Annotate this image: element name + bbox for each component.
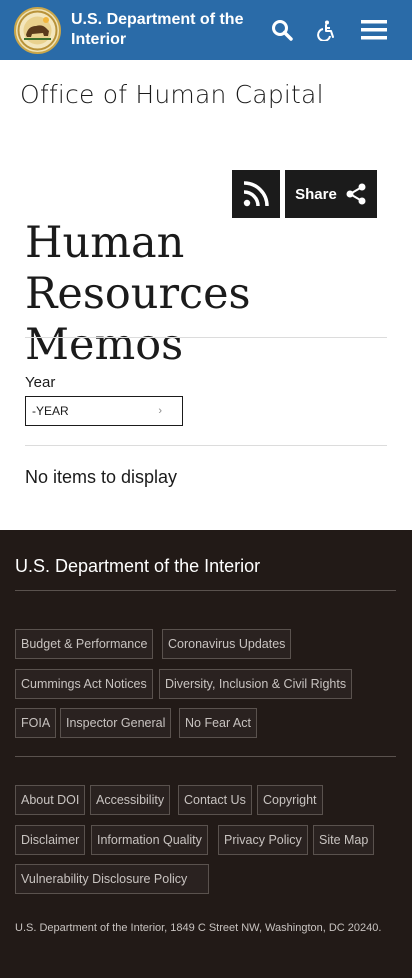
accessibility-icon — [317, 20, 334, 41]
footer-link[interactable]: Vulnerability Disclosure Policy — [15, 864, 209, 894]
page-title: Human Resources Memos — [25, 218, 395, 371]
top-header-bar: U.S. Department of the Interior — [0, 0, 412, 60]
rss-button[interactable] — [232, 170, 280, 218]
footer-link[interactable]: FOIA — [15, 708, 57, 738]
footer-link[interactable]: Privacy Policy — [218, 825, 308, 855]
year-select[interactable]: -YEAR › — [25, 396, 183, 426]
footer-title[interactable]: U.S. Department of the Interior — [15, 556, 260, 577]
footer-link[interactable]: Accessibility — [90, 785, 171, 815]
search-icon — [272, 20, 293, 41]
menu-button[interactable] — [356, 12, 392, 48]
rss-icon — [243, 181, 269, 207]
agency-name-line1: U.S. Department of the — [71, 11, 244, 28]
footer-divider — [15, 756, 396, 757]
divider — [25, 445, 387, 446]
footer-link[interactable]: Cummings Act Notices — [15, 669, 153, 699]
share-button[interactable]: Share — [285, 170, 377, 218]
agency-name-line2: Interior — [71, 31, 127, 48]
footer-link[interactable]: Budget & Performance — [15, 629, 154, 659]
footer-address: U.S. Department of the Interior, 1849 C … — [15, 922, 382, 934]
footer-link[interactable]: Coronavirus Updates — [162, 629, 292, 659]
office-title[interactable]: Office of Human Capital — [20, 80, 324, 109]
share-label: Share — [295, 185, 337, 203]
divider — [25, 337, 387, 338]
footer-link[interactable]: Inspector General — [60, 708, 172, 738]
footer-link[interactable]: Disclaimer — [15, 825, 86, 855]
chevron-right-icon: › — [158, 405, 162, 417]
year-filter-label: Year — [25, 374, 56, 391]
footer-link[interactable]: Diversity, Inclusion & Civil Rights — [159, 669, 353, 699]
footer-link[interactable]: Site Map — [313, 825, 375, 855]
search-button[interactable] — [264, 12, 300, 48]
footer-link[interactable]: About DOI — [15, 785, 86, 815]
footer-link[interactable]: Information Quality — [91, 825, 208, 855]
footer-divider — [15, 590, 396, 591]
footer-link[interactable]: Contact Us — [178, 785, 252, 815]
doi-seal-logo[interactable] — [14, 7, 61, 54]
accessibility-button[interactable] — [308, 12, 344, 48]
year-select-value: -YEAR — [32, 404, 69, 418]
share-icon — [346, 183, 366, 205]
empty-state-message: No items to display — [25, 467, 178, 487]
page-title-line1: Human Resources — [25, 218, 251, 319]
footer-link[interactable]: Copyright — [257, 785, 323, 815]
page-title-line2: Memos — [25, 320, 184, 370]
hamburger-menu-icon — [361, 20, 387, 40]
footer-link[interactable]: No Fear Act — [179, 708, 257, 738]
agency-name[interactable]: U.S. Department of the Interior — [71, 10, 261, 50]
site-footer: U.S. Department of the Interior Budget &… — [0, 530, 412, 978]
